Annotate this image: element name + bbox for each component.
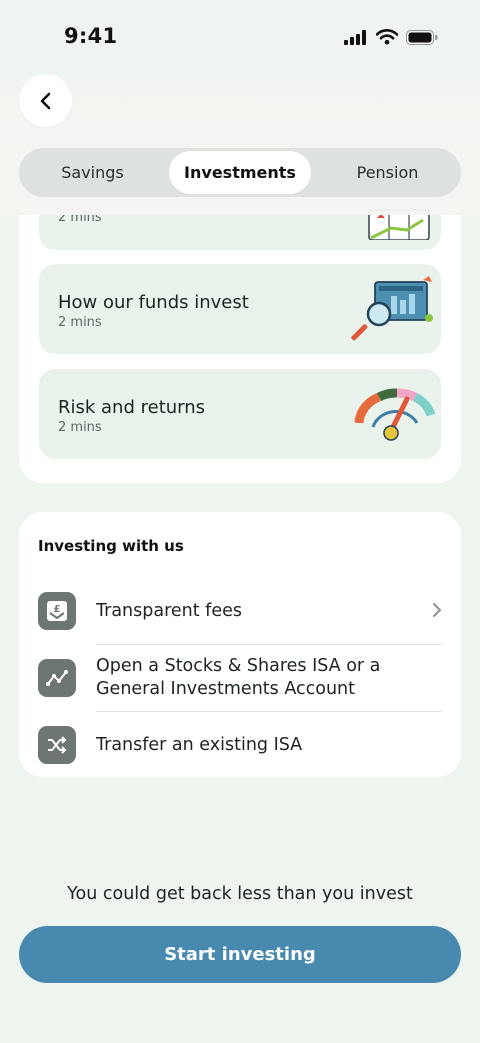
investing-heading: Investing with us [38,537,184,555]
cellular-signal-icon [344,29,366,45]
battery-icon [406,29,438,45]
open-isa-label-line1: Open a Stocks & Shares ISA or a [96,656,381,676]
lesson-card-3[interactable]: Risk and returns 2 mins [39,369,441,459]
lesson-duration: 2 mins [58,420,102,435]
transparent-fees-row[interactable]: £ Transparent fees [38,592,442,630]
lesson-title: Risk and returns [58,397,206,418]
tab-investments[interactable]: Investments [169,151,311,194]
row-divider [96,711,442,712]
status-icons [344,29,438,45]
magnifier-chart-icon [351,276,433,341]
lesson-card-2[interactable]: How our funds invest 2 mins [39,264,441,354]
risk-gauge-icon [354,388,435,441]
wifi-icon [376,29,398,45]
open-isa-label-line2: General Investments Account [96,679,355,699]
row-divider [96,644,442,645]
chevron-left-icon [40,92,50,109]
start-investing-button[interactable]: Start investing [19,926,461,983]
product-tabs: Savings Investments Pension [19,148,461,197]
tab-pension[interactable]: Pension [317,151,458,194]
status-bar: 9:41 [0,0,480,70]
transfer-isa-label: Transfer an existing ISA [96,735,303,755]
open-isa-row[interactable]: Open a Stocks & Shares ISA or a General … [38,656,442,705]
lesson-title: How our funds invest [58,292,249,313]
shuffle-icon [38,726,76,764]
tab-savings[interactable]: Savings [22,151,163,194]
risk-disclaimer: You could get back less than you invest [67,884,413,904]
line-chart-icon [38,659,76,697]
transfer-isa-row[interactable]: Transfer an existing ISA [38,726,442,764]
transparent-fees-label: Transparent fees [96,601,242,621]
chevron-right-icon [432,602,442,623]
svg-text:£: £ [54,604,61,615]
back-button[interactable] [19,74,72,127]
lesson-duration: 2 mins [58,315,102,330]
pound-box-icon: £ [38,592,76,630]
status-time: 9:41 [64,24,118,48]
